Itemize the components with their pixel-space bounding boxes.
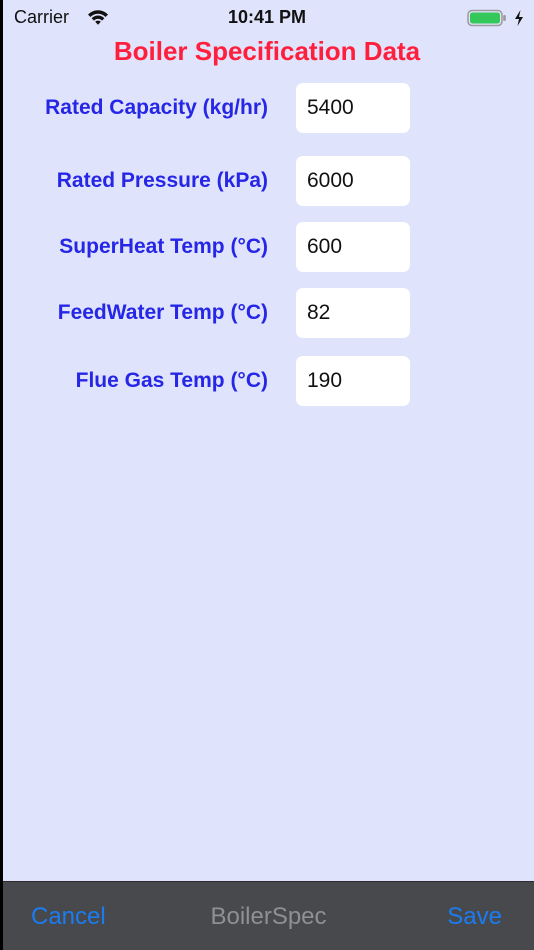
- superheat-temp-input[interactable]: [296, 222, 410, 272]
- battery-level-fill: [470, 12, 500, 24]
- bottom-toolbar: BoilerSpec Cancel Save: [3, 881, 534, 950]
- rated-capacity-input[interactable]: [296, 83, 410, 133]
- field-row-rated-pressure: Rated Pressure (kPa): [0, 156, 534, 206]
- flue-gas-temp-input[interactable]: [296, 356, 410, 406]
- status-time: 10:41 PM: [227, 7, 307, 27]
- superheat-temp-label: SuperHeat Temp (°C): [59, 235, 268, 258]
- page-title: Boiler Specification Data: [113, 36, 421, 66]
- save-button[interactable]: Save: [447, 882, 502, 950]
- field-row-feedwater-temp: FeedWater Temp (°C): [0, 288, 534, 338]
- field-row-superheat-temp: SuperHeat Temp (°C): [0, 222, 534, 272]
- battery-icon: [467, 9, 506, 27]
- feedwater-temp-label: FeedWater Temp (°C): [57, 301, 268, 324]
- charging-bolt-icon: [515, 10, 523, 26]
- rated-pressure-label: Rated Pressure (kPa): [56, 169, 268, 192]
- field-row-rated-capacity: Rated Capacity (kg/hr): [0, 83, 534, 133]
- feedwater-temp-input[interactable]: [296, 288, 410, 338]
- app-screen: Carrier 10:41 PM Boiler Specification Da…: [0, 0, 534, 950]
- rated-capacity-label: Rated Capacity (kg/hr): [45, 96, 268, 119]
- cancel-button[interactable]: Cancel: [31, 882, 106, 950]
- field-row-flue-gas-temp: Flue Gas Temp (°C): [0, 356, 534, 406]
- flue-gas-temp-label: Flue Gas Temp (°C): [75, 369, 268, 392]
- rated-pressure-input[interactable]: [296, 156, 410, 206]
